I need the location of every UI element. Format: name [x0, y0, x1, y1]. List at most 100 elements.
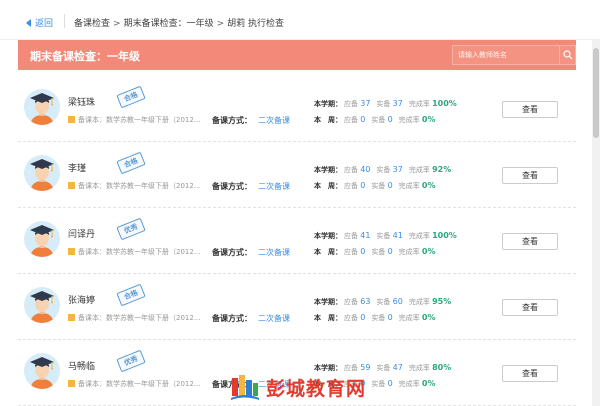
rate-label: 完成率: [398, 182, 420, 190]
graduate-avatar-icon: [24, 155, 60, 191]
due-label: 应备: [344, 314, 358, 322]
status-stamp: 合格: [116, 85, 146, 109]
book-title: 数学苏教一年级下册（2012...: [106, 182, 201, 190]
due-label: 应备: [344, 182, 358, 190]
semester-rate: 92%: [432, 165, 452, 174]
top-navigation-bar: 返回 备课检查 > 期末备课检查：一年级 > 胡莉 执行检查: [0, 0, 600, 40]
semester-rate: 100%: [432, 231, 457, 240]
method-label: 备课方式：: [212, 248, 252, 257]
book-prefix: 备课本：: [78, 248, 106, 256]
done-label: 实备: [371, 314, 386, 322]
teacher-name: 李瑾: [68, 164, 87, 174]
week-done: 0: [387, 247, 393, 256]
week-label: 本 周：: [314, 116, 342, 124]
teacher-card: 梁钰珠 合格 备课本：数学苏教一年级下册（2012... 备课方式： 二次备课 本学期：应…: [18, 76, 576, 142]
breadcrumb-item-lesson-check[interactable]: 备课检查: [74, 19, 110, 29]
due-label: 应备: [344, 248, 358, 256]
graduate-avatar-icon: [24, 353, 60, 389]
rate-label: 完成率: [398, 380, 420, 388]
method-label: 备课方式：: [212, 314, 252, 323]
graduate-avatar-icon: [24, 89, 60, 125]
book-title: 数学苏教一年级下册（2012...: [106, 380, 201, 388]
scrollbar-thumb[interactable]: [593, 48, 599, 138]
breadcrumb-item-final-check[interactable]: 期末备课检查：一年级: [124, 19, 214, 29]
semester-stats: 本学期： 应备 40 实备 37 完成率 92%: [314, 165, 451, 175]
semester-done: 37: [392, 165, 403, 174]
lesson-book: 备课本：数学苏教一年级下册（2012...: [68, 379, 201, 389]
book-icon: [68, 314, 75, 321]
done-label: 实备: [371, 116, 386, 124]
done-label: 实备: [371, 182, 386, 190]
week-stats: 本 周： 应备 0 实备 0 完成率 0%: [314, 313, 435, 323]
week-stats: 本 周： 应备 0 实备 0 完成率 0%: [314, 247, 435, 257]
week-due: 0: [360, 313, 366, 322]
book-title: 数学苏教一年级下册（2012...: [106, 116, 201, 124]
prep-method: 备课方式： 二次备课: [212, 247, 290, 258]
due-label: 应备: [344, 298, 358, 306]
lesson-book: 备课本：数学苏教一年级下册（2012...: [68, 313, 201, 323]
book-prefix: 备课本：: [78, 116, 106, 124]
teacher-name: 马畅临: [68, 362, 96, 372]
semester-rate: 80%: [432, 363, 452, 372]
method-value: 二次备课: [258, 314, 290, 323]
book-icon: [68, 248, 75, 255]
done-label: 实备: [376, 298, 391, 306]
back-label: 返回: [35, 19, 54, 29]
rate-label: 完成率: [408, 166, 430, 174]
book-icon: [68, 182, 75, 189]
semester-done: 60: [392, 297, 403, 306]
week-due: 0: [360, 115, 366, 124]
view-button[interactable]: 查看: [502, 365, 558, 382]
arrow-left-icon: [26, 19, 31, 27]
page-title: 期末备课检查：一年级: [30, 50, 140, 63]
week-rate: 0%: [421, 379, 436, 388]
week-done: 0: [387, 115, 393, 124]
week-stats: 本 周： 应备 0 实备 0 完成率 0%: [314, 181, 435, 191]
view-button[interactable]: 查看: [502, 167, 558, 184]
due-label: 应备: [344, 116, 358, 124]
due-label: 应备: [344, 100, 358, 108]
week-rate: 0%: [421, 181, 436, 190]
rate-label: 完成率: [408, 232, 430, 240]
semester-stats: 本学期： 应备 63 实备 60 完成率 95%: [314, 297, 451, 307]
breadcrumb-item-current: 胡莉 执行检查: [227, 19, 284, 29]
prep-method: 备课方式： 二次备课: [212, 181, 290, 192]
back-link[interactable]: 返回: [26, 16, 53, 29]
semester-rate: 95%: [432, 297, 452, 306]
lesson-book: 备课本：数学苏教一年级下册（2012...: [68, 247, 201, 257]
search-button[interactable]: [559, 46, 575, 64]
prep-method: 备课方式： 二次备课: [212, 313, 290, 324]
done-label: 实备: [376, 166, 391, 174]
graduate-avatar-icon: [24, 287, 60, 323]
week-due: 0: [360, 181, 366, 190]
lesson-book: 备课本：数学苏教一年级下册（2012...: [68, 181, 201, 191]
semester-due: 40: [360, 165, 371, 174]
semester-due: 41: [360, 231, 371, 240]
teacher-card: 张海婷 合格 备课本：数学苏教一年级下册（2012... 备课方式： 二次备课 本学期：应…: [18, 274, 576, 340]
status-stamp: 合格: [116, 283, 146, 307]
teacher-search: [452, 45, 576, 65]
site-logo-icon: [231, 375, 259, 400]
week-rate: 0%: [421, 115, 436, 124]
watermark: 彭城教育网: [224, 368, 394, 406]
book-title: 数学苏教一年级下册（2012...: [106, 314, 201, 322]
semester-due: 63: [360, 297, 371, 306]
rate-label: 完成率: [408, 100, 430, 108]
search-input[interactable]: [453, 46, 561, 64]
week-label: 本 周：: [314, 248, 342, 256]
done-label: 实备: [371, 248, 386, 256]
due-label: 应备: [344, 166, 358, 174]
method-value: 二次备课: [258, 116, 290, 125]
view-button[interactable]: 查看: [502, 233, 558, 250]
week-done: 0: [387, 181, 393, 190]
due-label: 应备: [344, 232, 358, 240]
method-value: 二次备课: [258, 248, 290, 257]
rate-label: 完成率: [398, 248, 420, 256]
view-button[interactable]: 查看: [502, 101, 558, 118]
prep-method: 备课方式： 二次备课: [212, 115, 290, 126]
teacher-card: 闫译丹 优秀 备课本：数学苏教一年级下册（2012... 备课方式： 二次备课 本学期：应…: [18, 208, 576, 274]
scrollbar[interactable]: [592, 40, 600, 406]
view-button[interactable]: 查看: [502, 299, 558, 316]
page-header: 期末备课检查：一年级: [18, 40, 576, 70]
semester-label: 本学期：: [314, 298, 342, 306]
